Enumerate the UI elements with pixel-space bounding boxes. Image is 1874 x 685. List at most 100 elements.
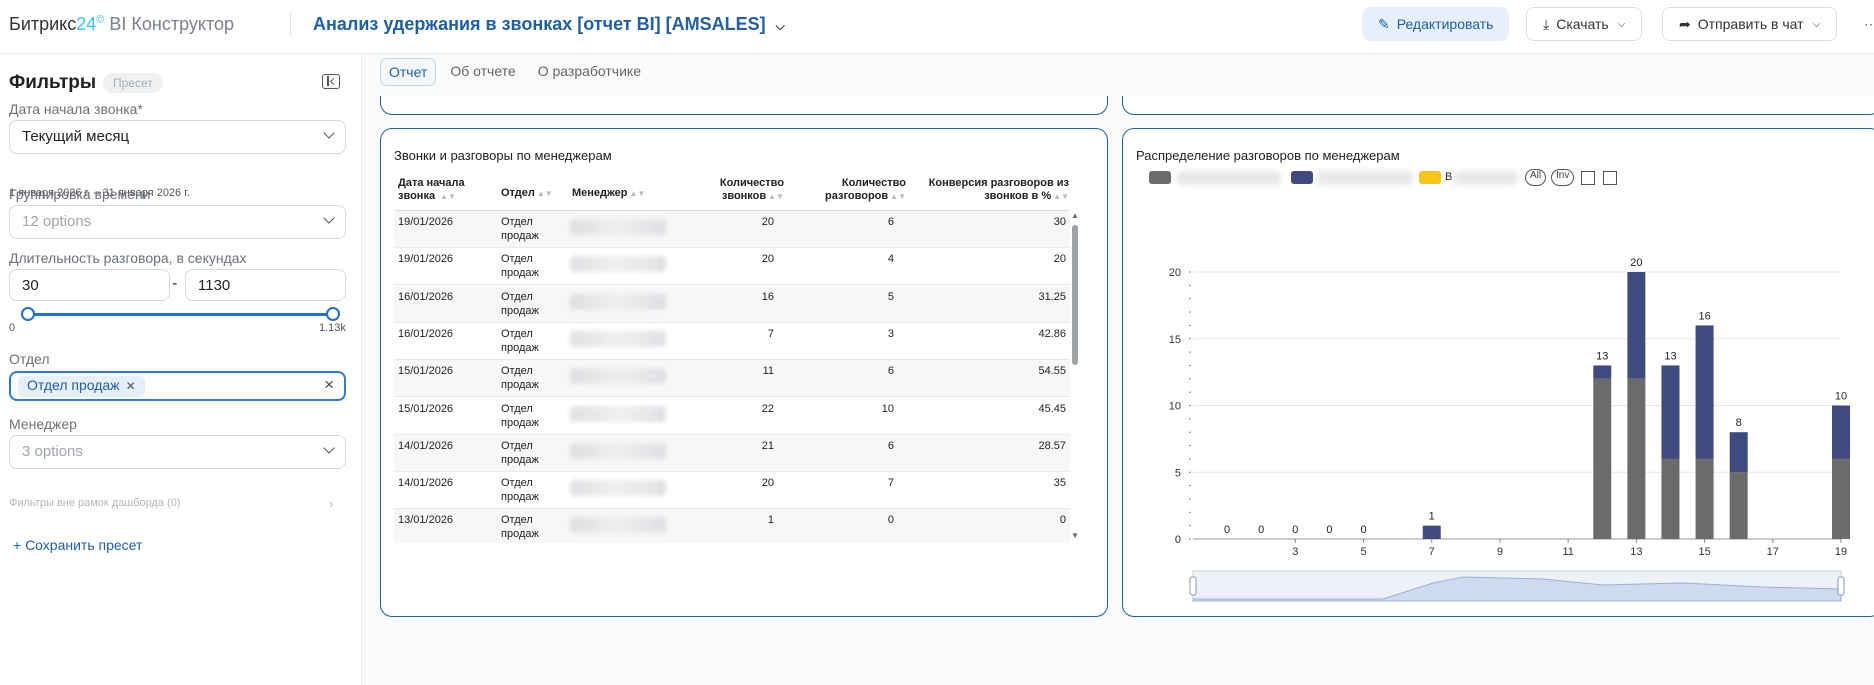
bar-total-label: 16	[1698, 310, 1710, 322]
chevron-right-icon[interactable]: ›	[329, 496, 333, 511]
table-row[interactable]: 19/01/2026 Отдел продаж 20 4 20	[394, 248, 1070, 286]
save-preset-button[interactable]: + Сохранить пресет	[13, 537, 142, 553]
x-tick-label: 7	[1429, 546, 1435, 558]
bar-segment	[1627, 272, 1646, 379]
table-row[interactable]: 15/01/2026 Отдел продаж 11 6 54.55	[394, 360, 1070, 398]
sort-icon: ▲▼	[768, 192, 784, 201]
grouping-filter-label: Группировка времени	[9, 186, 151, 202]
date-filter-label: Дата начала звонка*	[9, 101, 143, 117]
cell-manager-redacted	[570, 219, 666, 235]
cell-talks: 6	[887, 439, 894, 452]
preset-badge[interactable]: Пресет	[103, 73, 163, 93]
cell-calls: 21	[761, 439, 774, 452]
table-card: Звонки и разговоры по менеджерам Дата на…	[380, 128, 1108, 617]
collapse-sidebar-icon[interactable]	[322, 74, 340, 89]
clear-icon[interactable]: ×	[324, 375, 334, 395]
legend-invert-chip[interactable]: Inv	[1551, 169, 1575, 186]
cell-manager-redacted	[570, 442, 666, 459]
legend-label-redacted	[1317, 171, 1413, 185]
col-header-dept[interactable]: Отдел ▲▼	[501, 187, 553, 200]
cell-calls: 11	[762, 365, 774, 378]
scrollbar-thumb[interactable]	[1072, 225, 1078, 365]
more-icon[interactable]: ⋯	[1864, 16, 1874, 33]
x-tick-label: 19	[1835, 546, 1847, 558]
table-card-title: Звонки и разговоры по менеджерам	[394, 148, 612, 163]
chevron-down-icon	[323, 127, 335, 139]
department-filter-input[interactable]: Отдел продаж ✕ ×	[9, 371, 346, 401]
duration-min-input[interactable]: 30	[9, 269, 170, 301]
tab-report[interactable]: Отчет	[380, 58, 437, 86]
crop-icon[interactable]	[1581, 171, 1595, 185]
cell-date: 19/01/2026	[398, 216, 454, 228]
table-scrollbar[interactable]: ▲ ▼	[1071, 211, 1079, 543]
cell-conversion: 0	[1059, 514, 1066, 527]
table-row[interactable]: 14/01/2026 Отдел продаж 20 7 35	[394, 472, 1070, 510]
edit-button-label: Редактировать	[1396, 16, 1494, 32]
filters-title: Фильтры	[9, 72, 97, 93]
outside-filters-link[interactable]: Фильтры вне рамок дашборда (0)	[9, 497, 180, 509]
table-row[interactable]: 14/01/2026 Отдел продаж 21 6 28.57	[394, 434, 1070, 472]
table-row[interactable]: 19/01/2026 Отдел продаж 20 6 30	[394, 211, 1070, 248]
table-body: 19/01/2026 Отдел продаж 20 6 30 19/01/2026 Отд…	[394, 211, 1070, 543]
chart-card-title: Распределение разговоров по менеджерам	[1136, 148, 1400, 163]
scroll-up-icon[interactable]: ▲	[1071, 211, 1079, 220]
cell-department: Отдел продаж	[501, 477, 539, 504]
grouping-filter-select[interactable]: 12 options	[9, 205, 346, 239]
col-header-talks[interactable]: Количество разговоров ▲▼	[814, 177, 906, 203]
x-tick-label: 13	[1630, 546, 1642, 558]
duration-slider-track[interactable]	[22, 313, 340, 316]
x-tick-label: 15	[1698, 546, 1710, 558]
bar-segment	[1832, 458, 1850, 539]
cell-manager-redacted	[570, 256, 666, 273]
duration-slider-min-handle[interactable]	[21, 307, 36, 321]
y-tick-label: 0	[1175, 534, 1181, 546]
scroll-down-icon[interactable]: ▼	[1071, 531, 1079, 540]
chart-card-partial	[380, 96, 1108, 115]
col-header-date[interactable]: Дата начала звонка ▲▼	[398, 177, 494, 203]
legend-all-chip[interactable]: All	[1525, 169, 1547, 186]
legend-swatch-navy[interactable]	[1291, 171, 1313, 184]
restore-icon[interactable]	[1603, 171, 1617, 185]
table-row[interactable]: 16/01/2026 Отдел продаж 16 5 31.25	[394, 285, 1070, 323]
tab-about-report[interactable]: Об отчете	[442, 58, 523, 86]
col-header-label: Менеджер	[572, 187, 628, 199]
col-header-calls[interactable]: Количество звонков ▲▼	[694, 177, 784, 203]
grouping-placeholder: 12 options	[22, 213, 92, 230]
bar-segment	[1729, 432, 1748, 473]
cell-date: 16/01/2026	[398, 327, 454, 340]
cell-conversion: 31.25	[1038, 290, 1066, 303]
bar-segment	[1593, 378, 1612, 539]
legend-swatch-yellow[interactable]	[1419, 171, 1441, 184]
remove-tag-icon[interactable]: ✕	[126, 379, 136, 393]
date-filter-select[interactable]: Текущий месяц	[9, 120, 346, 154]
report-title-dropdown[interactable]: Анализ удержания в звонках [отчет BI] [A…	[313, 14, 785, 35]
bar-segment	[1695, 325, 1714, 459]
cell-manager-redacted	[570, 405, 666, 422]
pencil-icon: ✎	[1378, 15, 1390, 32]
manager-filter-select[interactable]: 3 options	[9, 435, 346, 469]
duration-slider-max-handle[interactable]	[326, 307, 340, 321]
table-row[interactable]: 16/01/2026 Отдел продаж 7 3 42.86	[394, 323, 1070, 360]
duration-max-input[interactable]: 1130	[185, 269, 346, 301]
bar-total-label: 8	[1736, 417, 1742, 429]
cell-department: Отдел продаж	[501, 216, 539, 242]
download-button[interactable]: ⤓ Скачать ⌵	[1526, 7, 1643, 41]
bar-total-label: 0	[1326, 524, 1332, 536]
sort-icon: ▲▼	[536, 189, 553, 198]
top-bar: Битрикс24© BI Конструктор Анализ удержан…	[0, 0, 1874, 54]
department-tag[interactable]: Отдел продаж ✕	[18, 376, 145, 397]
cell-talks: 7	[887, 477, 894, 490]
tab-about-developer[interactable]: О разработчике	[530, 58, 649, 86]
table-row[interactable]: 13/01/2026 Отдел продаж 1 0 0	[394, 509, 1070, 543]
legend-swatch-gray[interactable]	[1149, 171, 1171, 184]
col-header-conversion[interactable]: Конверсия разговоров из звонков в % ▲▼	[914, 177, 1069, 203]
cell-conversion: 20	[1053, 253, 1066, 266]
cell-date: 16/01/2026	[398, 290, 454, 303]
edit-button[interactable]: ✎ Редактировать	[1362, 7, 1510, 41]
zoom-slider-handle-right[interactable]	[1837, 576, 1845, 596]
col-header-manager[interactable]: Менеджер ▲▼	[572, 187, 645, 200]
app-logo[interactable]: Битрикс24© BI Конструктор	[9, 14, 234, 35]
table-row[interactable]: 15/01/2026 Отдел продаж 22 10 45.45	[394, 398, 1070, 435]
zoom-slider-handle-left[interactable]	[1189, 576, 1197, 596]
send-to-chat-button[interactable]: ➦ Отправить в чат ⌵	[1662, 7, 1838, 41]
